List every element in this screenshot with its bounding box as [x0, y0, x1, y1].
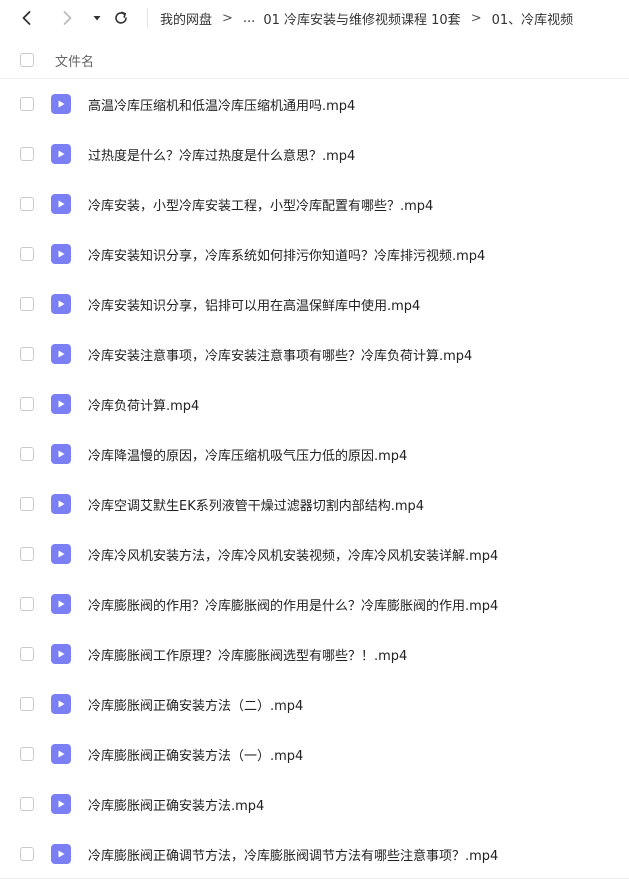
- row-checkbox[interactable]: [20, 497, 34, 511]
- video-file-icon: [51, 644, 71, 664]
- list-header: 文件名: [0, 42, 629, 79]
- file-name[interactable]: 冷库膨胀阀的作用？冷库膨胀阀的作用是什么？冷库膨胀阀的作用.mp4: [88, 579, 498, 629]
- video-file-icon: [51, 394, 71, 414]
- file-name[interactable]: 冷库安装注意事项，冷库安装注意事项有哪些？冷库负荷计算.mp4: [88, 329, 472, 379]
- video-file-icon: [51, 844, 71, 864]
- file-name[interactable]: 冷库膨胀阀正确安装方法.mp4: [88, 779, 264, 829]
- caret-down-icon: [93, 16, 101, 21]
- file-name[interactable]: 冷库膨胀阀工作原理？冷库膨胀阀选型有哪些？！.mp4: [88, 629, 407, 679]
- video-file-icon: [51, 94, 71, 114]
- history-dropdown-button[interactable]: [90, 9, 104, 27]
- file-name[interactable]: 冷库空调艾默生EK系列液管干燥过滤器切割内部结构.mp4: [88, 479, 424, 529]
- file-name[interactable]: 冷库膨胀阀正确安装方法（二）.mp4: [88, 679, 303, 729]
- breadcrumb-separator: >: [470, 10, 482, 26]
- file-row[interactable]: 冷库安装知识分享，冷库系统如何排污你知道吗？冷库排污视频.mp4: [0, 229, 629, 279]
- file-name[interactable]: 冷库安装，小型冷库安装工程，小型冷库配置有哪些？.mp4: [88, 179, 433, 229]
- file-row[interactable]: 冷库膨胀阀正确安装方法.mp4: [0, 779, 629, 829]
- row-checkbox[interactable]: [20, 447, 34, 461]
- file-name[interactable]: 冷库安装知识分享，铝排可以用在高温保鲜库中使用.mp4: [88, 279, 420, 329]
- forward-button[interactable]: [58, 9, 76, 27]
- file-row[interactable]: 冷库冷风机安装方法，冷库冷风机安装视频，冷库冷风机安装详解.mp4: [0, 529, 629, 579]
- video-file-icon: [51, 194, 71, 214]
- toolbar-divider: [147, 8, 148, 28]
- file-name[interactable]: 冷库膨胀阀正确安装方法（一）.mp4: [88, 729, 303, 779]
- video-file-icon: [51, 594, 71, 614]
- video-file-icon: [51, 444, 71, 464]
- row-checkbox[interactable]: [20, 797, 34, 811]
- video-file-icon: [51, 544, 71, 564]
- breadcrumb-folder[interactable]: 01 冷库安装与维修视频课程 10套: [263, 9, 460, 28]
- toolbar: 我的网盘 > ... 01 冷库安装与维修视频课程 10套 > 01、冷库视频: [0, 0, 629, 36]
- file-row[interactable]: 冷库降温慢的原因，冷库压缩机吸气压力低的原因.mp4: [0, 429, 629, 479]
- row-checkbox[interactable]: [20, 697, 34, 711]
- back-button[interactable]: [18, 9, 36, 27]
- file-name[interactable]: 冷库冷风机安装方法，冷库冷风机安装视频，冷库冷风机安装详解.mp4: [88, 529, 498, 579]
- file-name[interactable]: 过热度是什么？冷库过热度是什么意思？.mp4: [88, 129, 355, 179]
- file-name[interactable]: 冷库膨胀阀正确调节方法，冷库膨胀阀调节方法有哪些注意事项？.mp4: [88, 829, 498, 879]
- file-name[interactable]: 高温冷库压缩机和低温冷库压缩机通用吗.mp4: [88, 79, 355, 129]
- video-file-icon: [51, 794, 71, 814]
- refresh-icon: [115, 11, 127, 24]
- file-row[interactable]: 冷库膨胀阀的作用？冷库膨胀阀的作用是什么？冷库膨胀阀的作用.mp4: [0, 579, 629, 629]
- row-checkbox[interactable]: [20, 97, 34, 111]
- row-checkbox[interactable]: [20, 197, 34, 211]
- video-file-icon: [51, 144, 71, 164]
- chevron-right-icon: [63, 11, 72, 25]
- row-checkbox[interactable]: [20, 597, 34, 611]
- row-checkbox[interactable]: [20, 397, 34, 411]
- file-list: 高温冷库压缩机和低温冷库压缩机通用吗.mp4 过热度是什么？冷库过热度是什么意思…: [0, 79, 629, 879]
- video-file-icon: [51, 694, 71, 714]
- breadcrumb-current[interactable]: 01、冷库视频: [492, 9, 574, 28]
- file-row[interactable]: 冷库膨胀阀正确调节方法，冷库膨胀阀调节方法有哪些注意事项？.mp4: [0, 829, 629, 879]
- file-row[interactable]: 冷库安装注意事项，冷库安装注意事项有哪些？冷库负荷计算.mp4: [0, 329, 629, 379]
- column-header-filename[interactable]: 文件名: [55, 51, 94, 70]
- file-row[interactable]: 冷库安装，小型冷库安装工程，小型冷库配置有哪些？.mp4: [0, 179, 629, 229]
- file-row[interactable]: 冷库膨胀阀工作原理？冷库膨胀阀选型有哪些？！.mp4: [0, 629, 629, 679]
- file-row[interactable]: 冷库膨胀阀正确安装方法（二）.mp4: [0, 679, 629, 729]
- breadcrumb-separator: >: [222, 10, 233, 26]
- file-row[interactable]: 冷库负荷计算.mp4: [0, 379, 629, 429]
- select-all-checkbox[interactable]: [20, 53, 34, 67]
- row-checkbox[interactable]: [20, 847, 34, 861]
- row-checkbox[interactable]: [20, 247, 34, 261]
- file-name[interactable]: 冷库降温慢的原因，冷库压缩机吸气压力低的原因.mp4: [88, 429, 407, 479]
- file-row[interactable]: 过热度是什么？冷库过热度是什么意思？.mp4: [0, 129, 629, 179]
- breadcrumb-root[interactable]: 我的网盘: [160, 9, 212, 28]
- file-row[interactable]: 冷库空调艾默生EK系列液管干燥过滤器切割内部结构.mp4: [0, 479, 629, 529]
- row-checkbox[interactable]: [20, 747, 34, 761]
- row-checkbox[interactable]: [20, 547, 34, 561]
- video-file-icon: [51, 294, 71, 314]
- row-checkbox[interactable]: [20, 147, 34, 161]
- chevron-left-icon: [22, 11, 31, 25]
- video-file-icon: [51, 744, 71, 764]
- video-file-icon: [51, 244, 71, 264]
- breadcrumb-ellipsis[interactable]: ...: [243, 11, 255, 26]
- file-row[interactable]: 冷库安装知识分享，铝排可以用在高温保鲜库中使用.mp4: [0, 279, 629, 329]
- row-checkbox[interactable]: [20, 297, 34, 311]
- list-bottom-divider: [0, 878, 629, 879]
- video-file-icon: [51, 494, 71, 514]
- video-file-icon: [51, 344, 71, 364]
- file-row[interactable]: 冷库膨胀阀正确安装方法（一）.mp4: [0, 729, 629, 779]
- file-name[interactable]: 冷库安装知识分享，冷库系统如何排污你知道吗？冷库排污视频.mp4: [88, 229, 485, 279]
- refresh-button[interactable]: [112, 9, 130, 27]
- row-checkbox[interactable]: [20, 647, 34, 661]
- file-row[interactable]: 高温冷库压缩机和低温冷库压缩机通用吗.mp4: [0, 79, 629, 129]
- file-name[interactable]: 冷库负荷计算.mp4: [88, 379, 199, 429]
- breadcrumb: 我的网盘 > ... 01 冷库安装与维修视频课程 10套 > 01、冷库视频: [160, 0, 573, 36]
- row-checkbox[interactable]: [20, 347, 34, 361]
